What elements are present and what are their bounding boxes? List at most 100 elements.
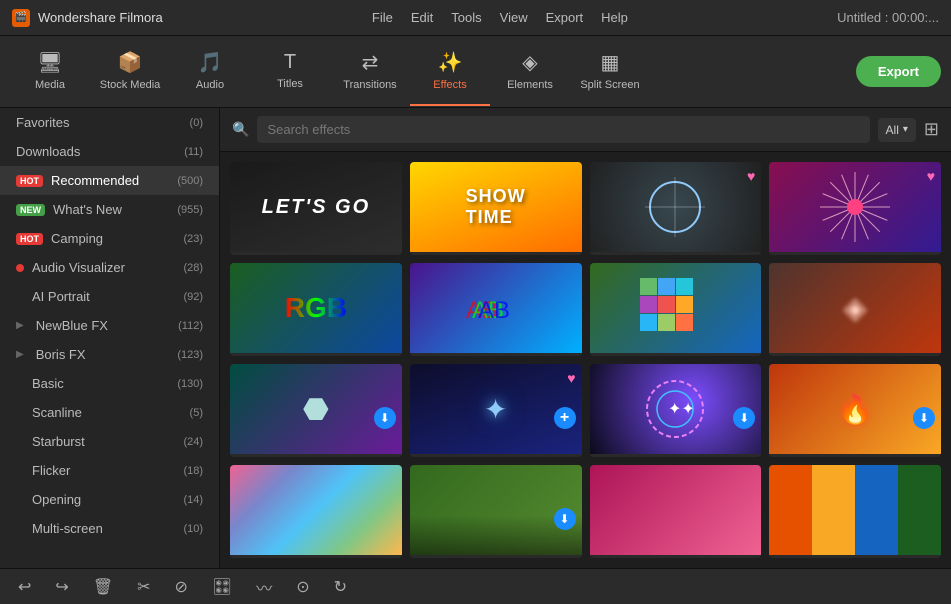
redo-button[interactable]: ↪ — [51, 573, 72, 601]
delete-button[interactable]: 🗑 — [89, 573, 117, 601]
effect-label: Manga Pack Vol 2 Overl... — [590, 252, 762, 255]
titlebar: 🎬 Wondershare Filmora File Edit Tools View E… — [0, 0, 951, 36]
sidebar-count: (955) — [177, 204, 203, 216]
sidebar-item-audio-visualizer[interactable]: Audio Visualizer(28) — [0, 253, 219, 282]
sidebar-count: (23) — [183, 233, 203, 245]
sidebar-item-flicker[interactable]: Flicker (18) — [0, 456, 219, 485]
sidebar-count: (24) — [183, 436, 203, 448]
sidebar-item-downloads[interactable]: Downloads (11) — [0, 137, 219, 166]
effect-card[interactable]: ⬇ — [410, 465, 582, 558]
add-icon[interactable]: + — [554, 407, 576, 429]
effect-card[interactable]: ✦♥+Glow — [410, 364, 582, 457]
toolbar-btn-elements[interactable]: ◈Elements — [490, 38, 570, 106]
effect-label: Blur — [769, 353, 941, 356]
effect-card[interactable]: ♥ Japanese Speedline Pac... — [769, 162, 941, 255]
sidebar-item-what's-new[interactable]: NEWWhat's New(955) — [0, 195, 219, 224]
menu-item-help[interactable]: Help — [601, 10, 628, 25]
sidebar-label: What's New — [53, 202, 122, 217]
effect-card[interactable]: ◈Blur — [769, 263, 941, 356]
sidebar-item-scanline[interactable]: Scanline(5) — [0, 398, 219, 427]
menu-item-file[interactable]: File — [372, 10, 393, 25]
effect-card[interactable]: SHOWTIME3D Sport Car Pack Overl... — [410, 162, 582, 255]
effect-label: Mosaic — [590, 353, 762, 356]
effect-card[interactable]: Mosaic — [590, 263, 762, 356]
toolbar-btn-effects[interactable]: ✨Effects — [410, 38, 490, 106]
sidebar-label: AI Portrait — [32, 289, 90, 304]
menu-item-export[interactable]: Export — [546, 10, 584, 25]
effect-card[interactable]: LET'S GO3D Sport Car Pack Overl... — [230, 162, 402, 255]
toolbar-btn-transitions[interactable]: ⇄Transitions — [330, 38, 410, 106]
effect-card[interactable]: ✦✦⬇Iridescent Circle 3 — [590, 364, 762, 457]
disable-button[interactable]: ⊘ — [171, 573, 192, 601]
sidebar-label: Recommended — [51, 173, 139, 188]
toolbar-btn-split-screen[interactable]: ▦Split Screen — [570, 38, 650, 106]
menu-item-view[interactable]: View — [500, 10, 528, 25]
effect-card[interactable] — [230, 465, 402, 558]
search-filter[interactable]: All ▾ — [878, 118, 916, 142]
sidebar-label: Audio Visualizer — [32, 260, 125, 275]
sidebar-label: Scanline — [32, 405, 82, 420]
effect-card[interactable]: ♥Manga Pack Vol 2 Overl... — [590, 162, 762, 255]
undo-button[interactable]: ↩ — [14, 573, 35, 601]
export-button[interactable]: Export — [856, 56, 941, 87]
sidebar-item-camping[interactable]: HOTCamping(23) — [0, 224, 219, 253]
sidebar: Favorites(0)Downloads(11)HOTRecommended(… — [0, 108, 220, 568]
sidebar-item-ai-portrait[interactable]: AI Portrait (92) — [0, 282, 219, 311]
toolbar-buttons: 🖥Media📦Stock Media🎵AudioTTitles⇄Transiti… — [10, 38, 650, 106]
effect-label: 3D Sport Car Pack Overl... — [230, 252, 402, 255]
favorite-icon: ♥ — [927, 168, 935, 184]
effect-card[interactable]: RGBRGB Stroke — [230, 263, 402, 356]
toolbar-btn-media[interactable]: 🖥Media — [10, 38, 90, 106]
sidebar-count: (14) — [183, 494, 203, 506]
cut-button[interactable]: ✂ — [133, 573, 154, 601]
wave-button[interactable]: 〰 — [252, 571, 276, 603]
toolbar-btn-stock-media[interactable]: 📦Stock Media — [90, 38, 170, 106]
sidebar-count: (123) — [177, 349, 203, 361]
sidebar-count: (11) — [184, 146, 203, 158]
effect-label: Extreme — [769, 454, 941, 457]
circle-button[interactable]: ⊙ — [292, 573, 313, 601]
effect-card[interactable]: ABABABChromatic Aberration — [410, 263, 582, 356]
sidebar-item-basic[interactable]: Basic(130) — [0, 369, 219, 398]
searchbar: 🔍 All ▾ ⊞ — [220, 108, 951, 152]
grid-view-button[interactable]: ⊞ — [924, 119, 939, 140]
sidebar-label: Boris FX — [36, 347, 86, 362]
effect-card[interactable] — [769, 465, 941, 558]
download-icon[interactable]: ⬇ — [554, 508, 576, 530]
sidebar-label: Downloads — [16, 144, 80, 159]
bottombar: ↩ ↪ 🗑 ✂ ⊘ 🎛 〰 ⊙ ↻ — [0, 568, 951, 604]
sidebar-item-recommended[interactable]: HOTRecommended(500) — [0, 166, 219, 195]
sidebar-label: NewBlue FX — [36, 318, 108, 333]
sidebar-item-newblue-fx[interactable]: ▶NewBlue FX(112) — [0, 311, 219, 340]
sidebar-item-boris-fx[interactable]: ▶Boris FX(123) — [0, 340, 219, 369]
titlebar-menus: File Edit Tools View Export Help — [372, 10, 628, 25]
toolbar-btn-audio[interactable]: 🎵Audio — [170, 38, 250, 106]
sidebar-item-favorites[interactable]: Favorites(0) — [0, 108, 219, 137]
rotate-button[interactable]: ↻ — [330, 573, 351, 601]
effect-card[interactable]: ⬣⬇Edge Scale — [230, 364, 402, 457]
app-icon: 🎬 — [12, 9, 30, 27]
settings-button[interactable]: 🎛 — [208, 573, 236, 601]
menu-item-edit[interactable]: Edit — [411, 10, 433, 25]
download-icon[interactable]: ⬇ — [374, 407, 396, 429]
effect-label: Japanese Speedline Pac... — [769, 252, 941, 255]
sidebar-count: (18) — [183, 465, 203, 477]
sidebar-item-starburst[interactable]: Starburst(24) — [0, 427, 219, 456]
chevron-down-icon: ▾ — [903, 124, 908, 135]
effect-label — [769, 555, 941, 558]
content: 🔍 All ▾ ⊞ LET'S GO3D Sport Car Pack Over… — [220, 108, 951, 568]
effect-card[interactable]: 🔥⬇Extreme — [769, 364, 941, 457]
search-input[interactable] — [257, 116, 869, 143]
sidebar-item-opening[interactable]: Opening(14) — [0, 485, 219, 514]
download-icon[interactable]: ⬇ — [913, 407, 935, 429]
sidebar-label: Flicker — [32, 463, 70, 478]
toolbar-btn-titles[interactable]: TTitles — [250, 38, 330, 106]
sidebar-count: (92) — [183, 291, 203, 303]
toolbar: 🖥Media📦Stock Media🎵AudioTTitles⇄Transiti… — [0, 36, 951, 108]
sidebar-item-multi-screen[interactable]: Multi-screen(10) — [0, 514, 219, 543]
menu-item-tools[interactable]: Tools — [451, 10, 481, 25]
titlebar-left: 🎬 Wondershare Filmora — [12, 9, 163, 27]
sidebar-count: (500) — [177, 175, 203, 187]
effect-label: 3D Sport Car Pack Overl... — [410, 252, 582, 255]
effect-card[interactable] — [590, 465, 762, 558]
